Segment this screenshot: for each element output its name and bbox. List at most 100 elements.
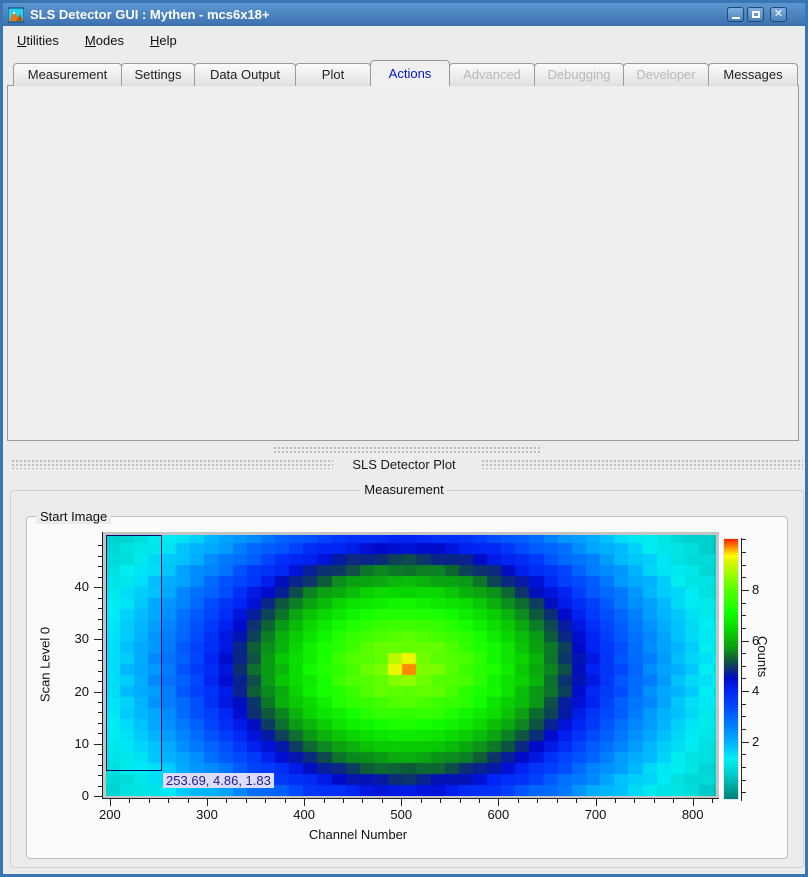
tick-mark [742, 641, 749, 642]
tick-mark [102, 532, 103, 799]
tick-mark [110, 799, 111, 806]
tick-mark [742, 552, 746, 553]
tick-mark [98, 556, 102, 557]
tick-mark [742, 704, 746, 705]
tick-mark [188, 799, 189, 803]
tick-mark [285, 799, 286, 803]
tick-mark [742, 678, 746, 679]
tick-mark [324, 799, 325, 803]
tick-mark [518, 799, 519, 803]
minimize-button[interactable] [727, 7, 744, 22]
tick-label: 30 [59, 631, 89, 646]
tick-mark [498, 799, 499, 806]
menu-modes[interactable]: Modes [85, 33, 124, 48]
app-icon [8, 7, 24, 23]
tick-label: 0 [59, 788, 89, 803]
tick-mark [460, 799, 461, 803]
menu-bar: Utilities Modes Help [3, 26, 805, 54]
tick-mark [742, 628, 746, 629]
tick-mark [98, 660, 102, 661]
tick-mark [615, 799, 616, 803]
tick-mark [693, 799, 694, 806]
tab-plot[interactable]: Plot [295, 63, 371, 86]
splitter-handle[interactable] [273, 446, 541, 453]
heatmap-canvas[interactable] [106, 535, 716, 796]
tick-mark [401, 799, 402, 806]
tick-mark [576, 799, 577, 803]
colorbar [723, 538, 739, 800]
title-bar[interactable]: SLS Detector GUI : Mythen - mcs6x18+ ✕ [3, 3, 805, 26]
tick-label: 700 [576, 807, 616, 822]
close-button[interactable]: ✕ [770, 7, 787, 22]
cursor-position-tooltip: 253.69, 4.86, 1.83 [163, 773, 274, 788]
tick-mark [98, 598, 102, 599]
tick-label: 2 [752, 734, 759, 749]
tick-mark [742, 754, 746, 755]
tick-mark [421, 799, 422, 803]
tick-mark [742, 780, 746, 781]
tick-mark [149, 799, 150, 803]
tick-mark [742, 653, 746, 654]
tick-mark [742, 729, 746, 730]
tick-label: 20 [59, 684, 89, 699]
tick-mark [742, 577, 746, 578]
tick-mark [654, 799, 655, 803]
tick-mark [98, 723, 102, 724]
tick-mark [362, 799, 363, 803]
tick-mark [98, 671, 102, 672]
tick-label: 400 [284, 807, 324, 822]
tick-mark [742, 716, 746, 717]
tick-mark [265, 799, 266, 803]
tick-label: 4 [752, 683, 759, 698]
dock-title[interactable]: SLS Detector Plot [3, 457, 805, 472]
tick-mark [596, 799, 597, 806]
tick-mark [98, 577, 102, 578]
tick-mark [712, 799, 713, 803]
tick-mark [742, 590, 749, 591]
tick-mark [634, 799, 635, 803]
tick-mark [98, 775, 102, 776]
tab-settings[interactable]: Settings [121, 63, 195, 86]
measurement-group-title: Measurement [360, 482, 447, 497]
tick-mark [742, 691, 749, 692]
tick-mark [742, 792, 746, 793]
tick-label: 10 [59, 736, 89, 751]
maximize-button[interactable] [747, 7, 764, 22]
x-axis-title: Channel Number [3, 827, 713, 842]
tick-mark [98, 786, 102, 787]
tick-mark [742, 539, 746, 540]
tick-label: 40 [59, 579, 89, 594]
tick-mark [98, 566, 102, 567]
tick-label: 8 [752, 582, 759, 597]
tab-debugging: Debugging [534, 63, 624, 86]
tick-label: 800 [673, 807, 713, 822]
tick-mark [742, 615, 746, 616]
tick-mark [98, 545, 102, 546]
tick-mark [98, 712, 102, 713]
tick-mark [382, 799, 383, 803]
tick-mark [440, 799, 441, 803]
tab-actions[interactable]: Actions [370, 60, 450, 86]
colorbar-title: Counts [755, 636, 770, 677]
tick-mark [98, 608, 102, 609]
tick-label: 300 [187, 807, 227, 822]
tab-data-output[interactable]: Data Output [194, 63, 296, 86]
actions-tab-panel [7, 85, 799, 441]
tick-mark [343, 799, 344, 803]
tab-measurement[interactable]: Measurement [13, 63, 122, 86]
tab-messages[interactable]: Messages [708, 63, 798, 86]
tick-mark [94, 692, 102, 693]
y-axis-title: Scan Level 0 [38, 605, 53, 725]
tick-mark [479, 799, 480, 803]
menu-utilities[interactable]: Utilities [17, 33, 59, 48]
tick-mark [98, 629, 102, 630]
tick-mark [94, 639, 102, 640]
tick-mark [98, 681, 102, 682]
tick-mark [207, 799, 208, 806]
menu-help[interactable]: Help [150, 33, 177, 48]
tick-mark [98, 754, 102, 755]
tab-developer: Developer [623, 63, 709, 86]
tick-mark [98, 619, 102, 620]
tick-mark [226, 799, 227, 803]
tick-label: 500 [381, 807, 421, 822]
